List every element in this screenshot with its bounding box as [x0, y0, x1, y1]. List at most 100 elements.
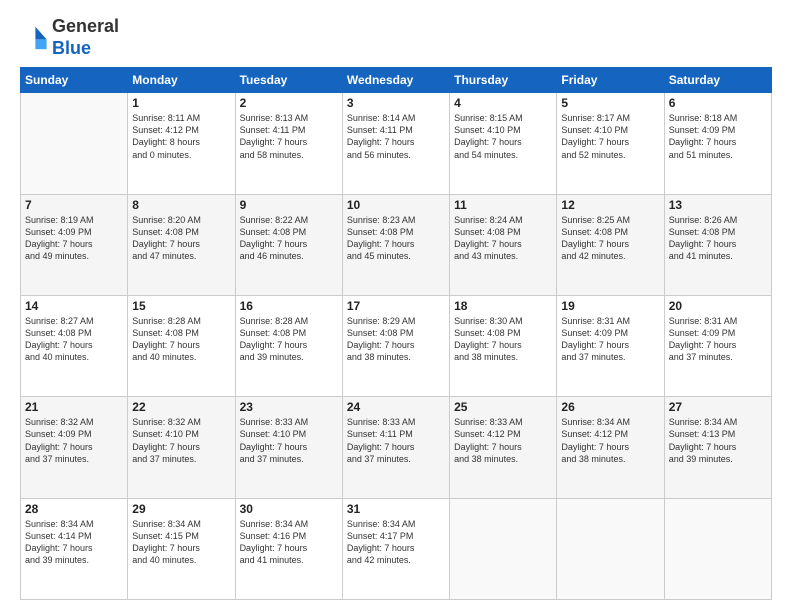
day-info: Sunrise: 8:19 AMSunset: 4:09 PMDaylight:…: [25, 214, 123, 263]
weekday-header-row: SundayMondayTuesdayWednesdayThursdayFrid…: [21, 68, 772, 93]
calendar-cell: 11 Sunrise: 8:24 AMSunset: 4:08 PMDayligh…: [450, 194, 557, 295]
day-info: Sunrise: 8:27 AMSunset: 4:08 PMDaylight:…: [25, 315, 123, 364]
day-info: Sunrise: 8:34 AMSunset: 4:13 PMDaylight:…: [669, 416, 767, 465]
day-number: 24: [347, 400, 445, 414]
day-number: 15: [132, 299, 230, 313]
calendar-cell: 8 Sunrise: 8:20 AMSunset: 4:08 PMDaylight…: [128, 194, 235, 295]
calendar-cell: 4 Sunrise: 8:15 AMSunset: 4:10 PMDaylight…: [450, 93, 557, 194]
day-number: 26: [561, 400, 659, 414]
day-info: Sunrise: 8:33 AMSunset: 4:10 PMDaylight:…: [240, 416, 338, 465]
day-info: Sunrise: 8:14 AMSunset: 4:11 PMDaylight:…: [347, 112, 445, 161]
day-number: 6: [669, 96, 767, 110]
day-info: Sunrise: 8:32 AMSunset: 4:10 PMDaylight:…: [132, 416, 230, 465]
calendar-cell: 22 Sunrise: 8:32 AMSunset: 4:10 PMDayligh…: [128, 397, 235, 498]
day-number: 2: [240, 96, 338, 110]
day-number: 23: [240, 400, 338, 414]
day-number: 16: [240, 299, 338, 313]
day-number: 27: [669, 400, 767, 414]
day-number: 3: [347, 96, 445, 110]
calendar-cell: 31 Sunrise: 8:34 AMSunset: 4:17 PMDayligh…: [342, 498, 449, 599]
calendar-week-row: 7 Sunrise: 8:19 AMSunset: 4:09 PMDaylight…: [21, 194, 772, 295]
calendar-cell: 14 Sunrise: 8:27 AMSunset: 4:08 PMDayligh…: [21, 295, 128, 396]
day-number: 31: [347, 502, 445, 516]
calendar-cell: 13 Sunrise: 8:26 AMSunset: 4:08 PMDayligh…: [664, 194, 771, 295]
day-number: 28: [25, 502, 123, 516]
calendar-cell: 3 Sunrise: 8:14 AMSunset: 4:11 PMDaylight…: [342, 93, 449, 194]
day-info: Sunrise: 8:26 AMSunset: 4:08 PMDaylight:…: [669, 214, 767, 263]
day-info: Sunrise: 8:23 AMSunset: 4:08 PMDaylight:…: [347, 214, 445, 263]
calendar-week-row: 21 Sunrise: 8:32 AMSunset: 4:09 PMDayligh…: [21, 397, 772, 498]
day-number: 8: [132, 198, 230, 212]
page: General Blue SundayMondayTuesdayWednesda…: [0, 0, 792, 612]
day-number: 13: [669, 198, 767, 212]
calendar-cell: 16 Sunrise: 8:28 AMSunset: 4:08 PMDayligh…: [235, 295, 342, 396]
calendar-cell: 10 Sunrise: 8:23 AMSunset: 4:08 PMDayligh…: [342, 194, 449, 295]
day-info: Sunrise: 8:25 AMSunset: 4:08 PMDaylight:…: [561, 214, 659, 263]
day-number: 17: [347, 299, 445, 313]
day-number: 14: [25, 299, 123, 313]
day-info: Sunrise: 8:34 AMSunset: 4:15 PMDaylight:…: [132, 518, 230, 567]
calendar-week-row: 14 Sunrise: 8:27 AMSunset: 4:08 PMDayligh…: [21, 295, 772, 396]
logo-text: General Blue: [52, 16, 119, 59]
calendar-cell: [21, 93, 128, 194]
calendar-cell: 24 Sunrise: 8:33 AMSunset: 4:11 PMDayligh…: [342, 397, 449, 498]
day-info: Sunrise: 8:20 AMSunset: 4:08 PMDaylight:…: [132, 214, 230, 263]
day-number: 25: [454, 400, 552, 414]
day-info: Sunrise: 8:15 AMSunset: 4:10 PMDaylight:…: [454, 112, 552, 161]
day-info: Sunrise: 8:34 AMSunset: 4:14 PMDaylight:…: [25, 518, 123, 567]
day-info: Sunrise: 8:28 AMSunset: 4:08 PMDaylight:…: [240, 315, 338, 364]
day-info: Sunrise: 8:30 AMSunset: 4:08 PMDaylight:…: [454, 315, 552, 364]
calendar-cell: [557, 498, 664, 599]
day-number: 18: [454, 299, 552, 313]
calendar-cell: 5Sunrise: 8:17 AMSunset: 4:10 PMDaylight…: [557, 93, 664, 194]
calendar-cell: 7 Sunrise: 8:19 AMSunset: 4:09 PMDaylight…: [21, 194, 128, 295]
calendar-cell: 21 Sunrise: 8:32 AMSunset: 4:09 PMDayligh…: [21, 397, 128, 498]
day-number: 10: [347, 198, 445, 212]
day-info: Sunrise: 8:34 AMSunset: 4:17 PMDaylight:…: [347, 518, 445, 567]
day-info: Sunrise: 8:22 AMSunset: 4:08 PMDaylight:…: [240, 214, 338, 263]
day-number: 19: [561, 299, 659, 313]
calendar-week-row: 28 Sunrise: 8:34 AMSunset: 4:14 PMDayligh…: [21, 498, 772, 599]
weekday-header-saturday: Saturday: [664, 68, 771, 93]
calendar-cell: 1 Sunrise: 8:11 AMSunset: 4:12 PMDaylight…: [128, 93, 235, 194]
calendar-cell: [664, 498, 771, 599]
day-number: 7: [25, 198, 123, 212]
day-info: Sunrise: 8:28 AMSunset: 4:08 PMDaylight:…: [132, 315, 230, 364]
weekday-header-sunday: Sunday: [21, 68, 128, 93]
day-info: Sunrise: 8:11 AMSunset: 4:12 PMDaylight:…: [132, 112, 230, 161]
day-info: Sunrise: 8:31 AMSunset: 4:09 PMDaylight:…: [669, 315, 767, 364]
calendar-cell: 29Sunrise: 8:34 AMSunset: 4:15 PMDayligh…: [128, 498, 235, 599]
day-number: 12: [561, 198, 659, 212]
weekday-header-thursday: Thursday: [450, 68, 557, 93]
calendar-week-row: 1 Sunrise: 8:11 AMSunset: 4:12 PMDaylight…: [21, 93, 772, 194]
day-number: 22: [132, 400, 230, 414]
calendar-cell: 25Sunrise: 8:33 AMSunset: 4:12 PMDayligh…: [450, 397, 557, 498]
header: General Blue: [20, 16, 772, 59]
day-info: Sunrise: 8:34 AMSunset: 4:12 PMDaylight:…: [561, 416, 659, 465]
day-info: Sunrise: 8:29 AMSunset: 4:08 PMDaylight:…: [347, 315, 445, 364]
calendar-cell: 6 Sunrise: 8:18 AMSunset: 4:09 PMDaylight…: [664, 93, 771, 194]
day-number: 30: [240, 502, 338, 516]
calendar-cell: 19Sunrise: 8:31 AMSunset: 4:09 PMDayligh…: [557, 295, 664, 396]
day-number: 21: [25, 400, 123, 414]
calendar-cell: 9 Sunrise: 8:22 AMSunset: 4:08 PMDaylight…: [235, 194, 342, 295]
day-number: 4: [454, 96, 552, 110]
day-info: Sunrise: 8:17 AMSunset: 4:10 PMDaylight:…: [561, 112, 659, 161]
day-number: 20: [669, 299, 767, 313]
calendar-cell: 23 Sunrise: 8:33 AMSunset: 4:10 PMDayligh…: [235, 397, 342, 498]
day-info: Sunrise: 8:33 AMSunset: 4:11 PMDaylight:…: [347, 416, 445, 465]
day-number: 1: [132, 96, 230, 110]
calendar-cell: 30Sunrise: 8:34 AMSunset: 4:16 PMDayligh…: [235, 498, 342, 599]
weekday-header-wednesday: Wednesday: [342, 68, 449, 93]
calendar-cell: 18 Sunrise: 8:30 AMSunset: 4:08 PMDayligh…: [450, 295, 557, 396]
day-number: 9: [240, 198, 338, 212]
calendar-cell: 27 Sunrise: 8:34 AMSunset: 4:13 PMDayligh…: [664, 397, 771, 498]
logo-icon: [20, 24, 48, 52]
day-number: 11: [454, 198, 552, 212]
day-info: Sunrise: 8:32 AMSunset: 4:09 PMDaylight:…: [25, 416, 123, 465]
weekday-header-monday: Monday: [128, 68, 235, 93]
calendar-cell: 17 Sunrise: 8:29 AMSunset: 4:08 PMDayligh…: [342, 295, 449, 396]
day-info: Sunrise: 8:13 AMSunset: 4:11 PMDaylight:…: [240, 112, 338, 161]
day-info: Sunrise: 8:24 AMSunset: 4:08 PMDaylight:…: [454, 214, 552, 263]
day-info: Sunrise: 8:18 AMSunset: 4:09 PMDaylight:…: [669, 112, 767, 161]
